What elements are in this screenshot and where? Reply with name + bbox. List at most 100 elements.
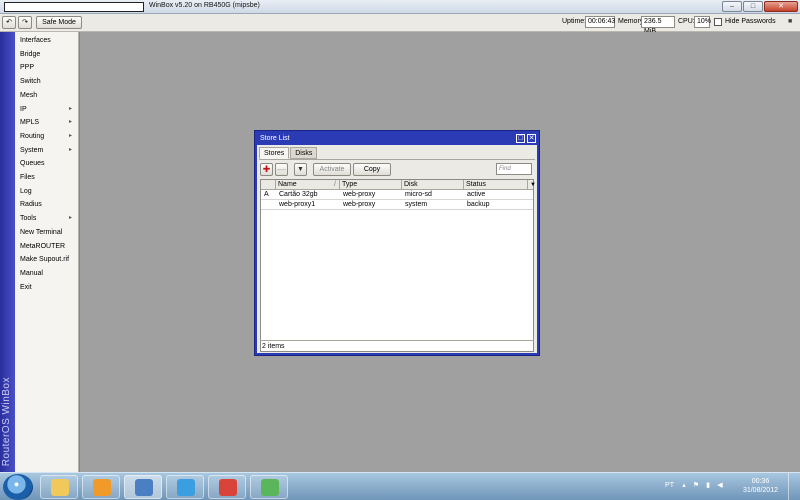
dialog-restore-button[interactable]: □	[516, 134, 525, 143]
internet-explorer-icon	[177, 479, 195, 496]
main-toolbar: ↶ ↷ Safe Mode Uptime: 00:06:43 Memory: 2…	[0, 14, 800, 35]
column-header-disk[interactable]: Disk	[401, 180, 463, 190]
sidebar-item-ip[interactable]: IP ▸	[15, 103, 79, 116]
row-disk: micro-sd	[405, 191, 432, 198]
media-player-icon	[93, 479, 111, 496]
column-header-name[interactable]: Name /	[275, 180, 339, 190]
clock[interactable]: 00:36 31/08/2012	[743, 477, 778, 495]
table-header: Name / Type Disk Status ▼	[261, 180, 536, 190]
tab-stores[interactable]: Stores	[259, 147, 290, 159]
sidebar-item-label: Routing	[20, 132, 45, 140]
show-desktop-button[interactable]	[788, 473, 800, 500]
sidebar-item-label: Mesh	[20, 91, 38, 99]
column-label: Name	[278, 181, 297, 188]
sidebar-item-label: Bridge	[20, 50, 41, 58]
sidebar-item-ppp[interactable]: PPP	[15, 61, 79, 74]
copy-button[interactable]: Copy	[353, 163, 391, 176]
flag-icon[interactable]: ⚑	[692, 482, 700, 490]
row-flag	[262, 200, 264, 210]
sidebar-item-mpls[interactable]: MPLS ▸	[15, 116, 79, 129]
maximize-button[interactable]: □	[743, 1, 763, 12]
window-controls: – □ ✕	[722, 1, 798, 12]
sidebar-menu: Interfaces Bridge PPP Switch Mesh IP ▸ MP…	[15, 32, 79, 472]
table-row[interactable]: A Cartão 32gb web-proxy micro-sd active	[261, 190, 533, 200]
chevron-right-icon: ▸	[68, 132, 72, 139]
brand-label: RouterOS WinBox	[1, 376, 12, 466]
windows-taskbar: PT ▴ ⚑ ▮ ◀ 00:36 31/08/2012	[0, 472, 800, 500]
sidebar-item-metarouter[interactable]: MetaROUTER	[15, 240, 79, 253]
minimize-button[interactable]: –	[722, 1, 742, 12]
dialog-body: Stores Disks ✚ — ▼ Activate Copy Find Na…	[257, 145, 537, 353]
memory-value: 236.5 MiB	[641, 16, 675, 35]
safe-mode-button[interactable]: Safe Mode	[36, 16, 82, 29]
sidebar-item-log[interactable]: Log	[15, 185, 79, 198]
uptime-value: 00:06:43	[585, 16, 615, 28]
tab-disks[interactable]: Disks	[290, 147, 318, 159]
sidebar-item-make-supout[interactable]: Make Supout.rif	[15, 253, 79, 266]
sidebar-item-new-terminal[interactable]: New Terminal	[15, 226, 79, 239]
taskbar-app-messenger[interactable]	[250, 475, 288, 499]
sidebar-item-system[interactable]: System ▸	[15, 144, 79, 157]
messenger-icon	[261, 479, 279, 496]
sidebar-item-queues[interactable]: Queues	[15, 157, 79, 170]
language-indicator[interactable]: PT	[665, 482, 674, 489]
sidebar-item-label: Make Supout.rif	[20, 256, 70, 264]
item-count-status: 2 items	[260, 340, 534, 351]
dialog-toolbar: ✚ — ▼ Activate Copy Find	[259, 159, 535, 177]
brand-band: RouterOS WinBox	[0, 32, 15, 472]
store-list-dialog: Store List □ ✕ Stores Disks ✚ — ▼ Activa…	[254, 130, 540, 356]
sidebar-item-interfaces[interactable]: Interfaces	[15, 34, 79, 47]
sidebar-item-label: New Terminal	[20, 228, 63, 236]
sidebar-item-label: IP	[20, 105, 27, 113]
sidebar-item-routing[interactable]: Routing ▸	[15, 130, 79, 143]
find-input[interactable]: Find	[496, 163, 532, 175]
add-button[interactable]: ✚	[260, 163, 273, 176]
chevron-right-icon: ▸	[68, 105, 72, 112]
dialog-title-bar[interactable]: Store List □ ✕	[257, 133, 537, 144]
taskbar-app-chrome[interactable]	[208, 475, 246, 499]
sidebar-item-exit[interactable]: Exit	[15, 281, 79, 294]
filter-icon[interactable]: ▼	[294, 163, 307, 176]
dialog-close-button[interactable]: ✕	[527, 134, 536, 143]
start-button[interactable]	[3, 474, 33, 500]
row-status: active	[467, 191, 486, 198]
column-header-status[interactable]: Status	[463, 180, 527, 190]
hide-passwords-checkbox[interactable]	[714, 18, 722, 26]
clock-date: 31/08/2012	[742, 487, 778, 494]
chevron-right-icon: ▸	[68, 119, 72, 126]
sidebar-item-tools[interactable]: Tools ▸	[15, 212, 79, 225]
sidebar-item-files[interactable]: Files	[15, 171, 79, 184]
column-menu-icon[interactable]: ▼	[527, 180, 537, 190]
row-name: Cartão 32gb	[279, 191, 318, 198]
cpu-label: CPU:	[678, 18, 695, 25]
sidebar-item-mesh[interactable]: Mesh	[15, 89, 79, 102]
taskbar-app-media-player[interactable]	[82, 475, 120, 499]
dialog-title: Store List	[260, 135, 290, 142]
sidebar-item-label: Tools	[20, 215, 37, 223]
row-disk: system	[405, 201, 428, 208]
window-title: WinBox v5.20 on RB450G (mipsbe)	[149, 2, 260, 9]
taskbar-app-internet-explorer[interactable]	[166, 475, 204, 499]
column-header-type[interactable]: Type	[339, 180, 401, 190]
sidebar-item-label: Switch	[20, 78, 41, 86]
network-icon[interactable]: ▮	[704, 482, 712, 490]
volume-icon[interactable]: ◀	[716, 482, 724, 490]
taskbar-app-explorer[interactable]	[40, 475, 78, 499]
redo-button[interactable]: ↷	[18, 16, 32, 29]
undo-button[interactable]: ↶	[2, 16, 16, 29]
sidebar-item-label: Radius	[20, 201, 42, 209]
explorer-icon	[51, 479, 69, 496]
taskbar-app-winbox[interactable]	[124, 475, 162, 499]
sidebar-item-label: Files	[20, 174, 35, 181]
sidebar-item-manual[interactable]: Manual	[15, 267, 79, 280]
tray-arrow-icon[interactable]: ▴	[680, 482, 688, 490]
sidebar-item-switch[interactable]: Switch	[15, 75, 79, 88]
close-button[interactable]: ✕	[764, 1, 798, 12]
activate-button[interactable]: Activate	[313, 163, 351, 176]
sidebar-item-bridge[interactable]: Bridge	[15, 48, 79, 61]
remove-button[interactable]: —	[275, 163, 288, 176]
sidebar-item-radius[interactable]: Radius	[15, 198, 79, 211]
table-row[interactable]: web-proxy1 web-proxy system backup	[261, 200, 533, 210]
sidebar-item-label: PPP	[20, 64, 35, 72]
lock-icon: ■	[788, 18, 793, 25]
